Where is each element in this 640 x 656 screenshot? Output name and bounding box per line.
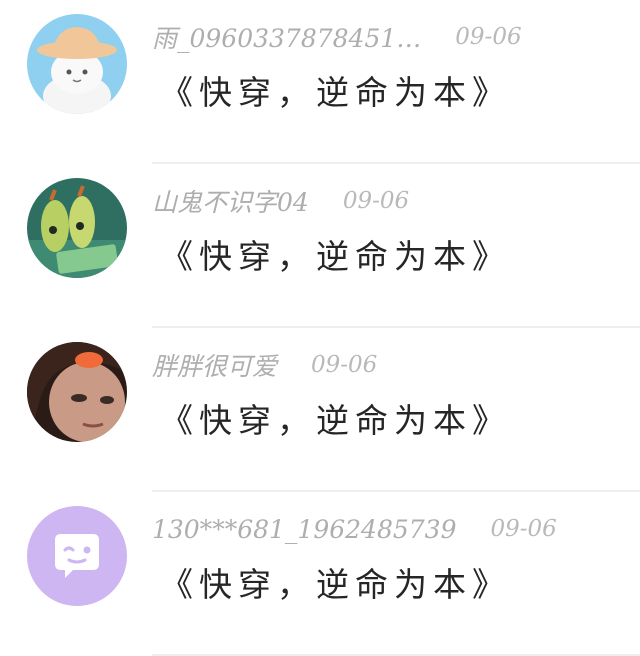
comment-text: 《快穿，逆命为本》 (160, 401, 511, 440)
cartoon-pickle-icon (27, 178, 127, 278)
comment-text: 《快穿，逆命为本》 (160, 565, 511, 604)
comment-item[interactable]: 130***681_1962485739 09-06 《快穿，逆命为本》 (0, 492, 640, 656)
bucket-hat-bear-icon (27, 14, 127, 114)
username[interactable]: 胖胖很可爱 (152, 347, 277, 383)
username[interactable]: 山鬼不识字04 (152, 183, 309, 219)
comment-time: 09-06 (455, 24, 522, 50)
comment-item[interactable]: 山鬼不识字04 09-06 《快穿，逆命为本》 (0, 164, 640, 328)
username[interactable]: 雨_0960337878451… (152, 19, 421, 55)
user-avatar[interactable] (27, 506, 127, 606)
comment-text: 《快穿，逆命为本》 (160, 73, 511, 112)
person-photo-icon (27, 342, 127, 442)
comment-item[interactable]: 胖胖很可爱 09-06 《快穿，逆命为本》 (0, 328, 640, 492)
username[interactable]: 130***681_1962485739 (152, 515, 457, 544)
comment-text: 《快穿，逆命为本》 (160, 237, 511, 276)
comment-time: 09-06 (311, 352, 378, 378)
user-avatar[interactable] (27, 14, 127, 114)
user-avatar[interactable] (27, 342, 127, 442)
comment-item[interactable]: 雨_0960337878451… 09-06 《快穿，逆命为本》 (0, 0, 640, 164)
chat-bubble-icon (27, 506, 127, 606)
comment-time: 09-06 (490, 516, 557, 542)
comment-time: 09-06 (342, 188, 410, 214)
user-avatar[interactable] (27, 178, 127, 278)
